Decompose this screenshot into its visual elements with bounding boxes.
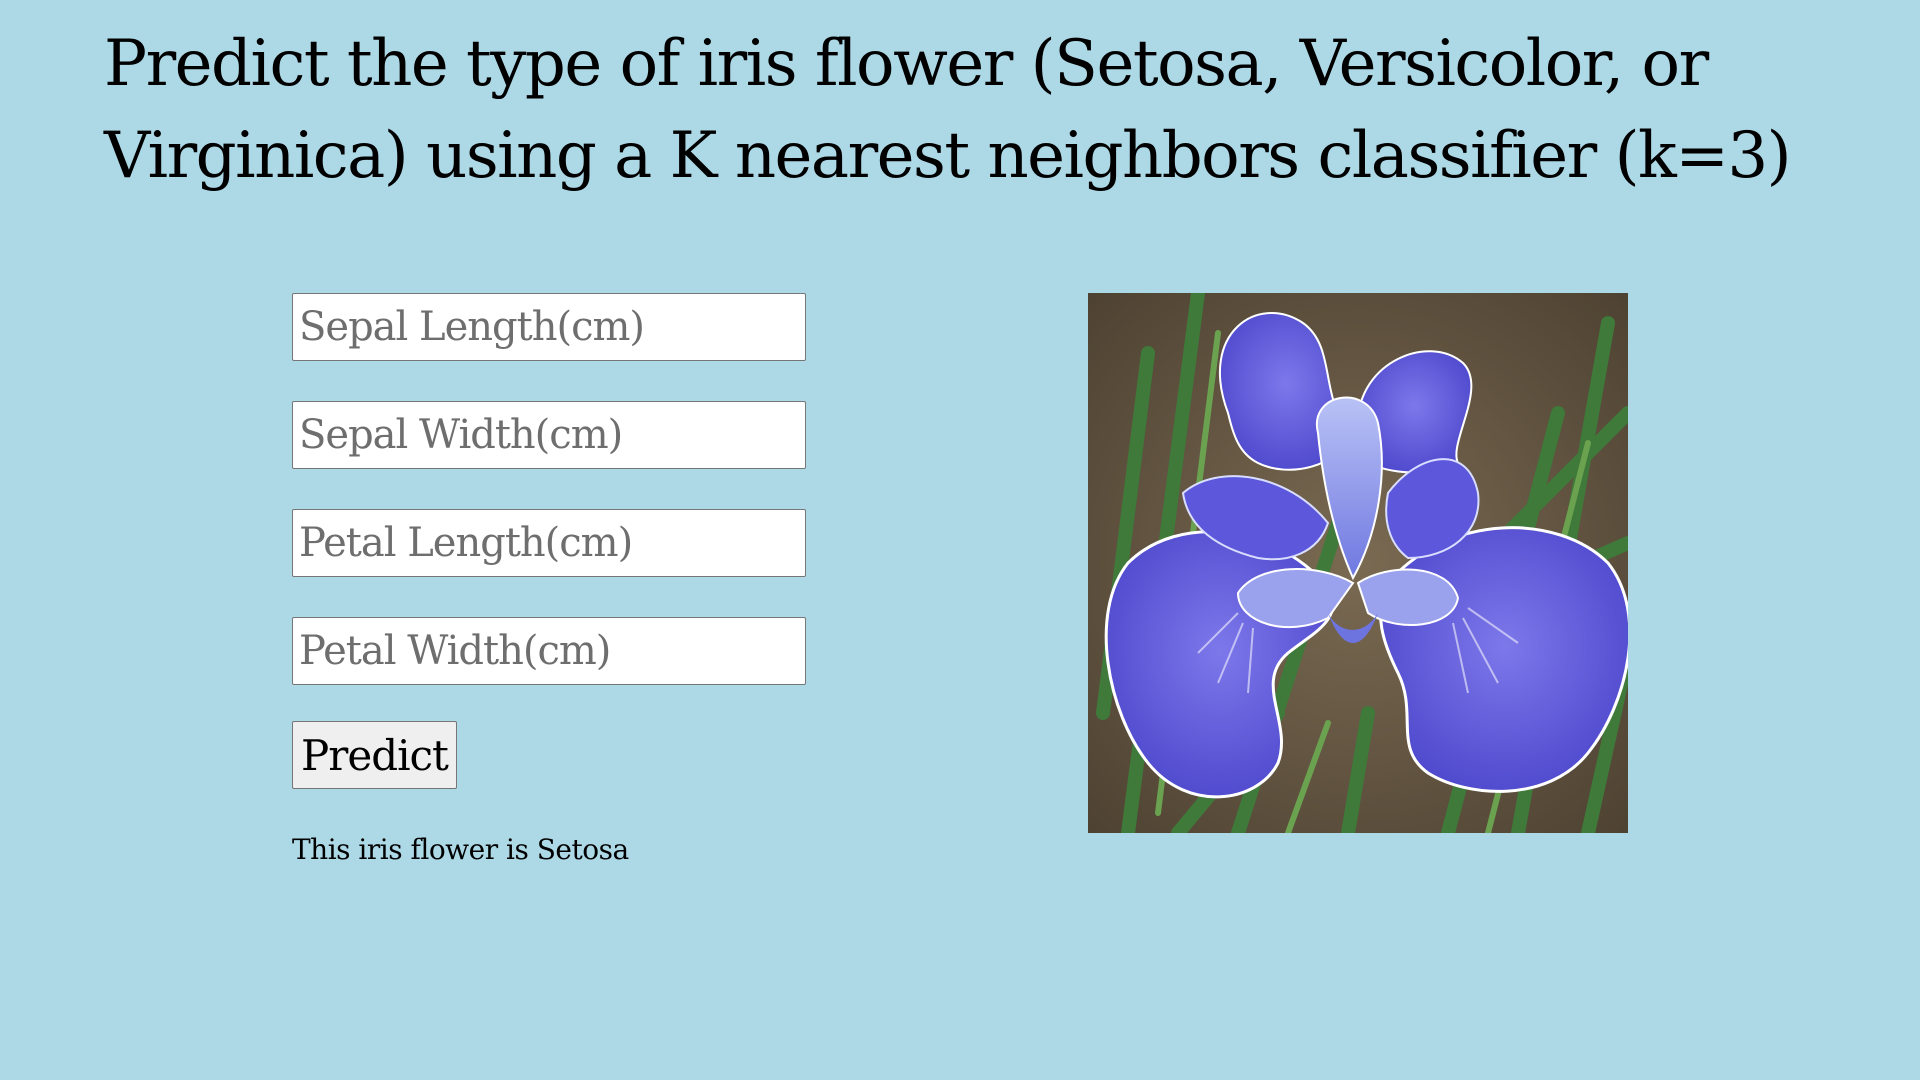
petal-length-input[interactable] (292, 509, 806, 577)
petal-width-input[interactable] (292, 617, 806, 685)
prediction-result: This iris flower is Setosa (292, 833, 629, 866)
page: Predict the type of iris flower (Setosa,… (0, 0, 1920, 1080)
iris-flower-image (1088, 293, 1628, 833)
sepal-length-input[interactable] (292, 293, 806, 361)
page-title: Predict the type of iris flower (Setosa,… (104, 27, 1792, 193)
sepal-width-input[interactable] (292, 401, 806, 469)
prediction-form: Predict This iris flower is Setosa (292, 293, 812, 866)
predict-button[interactable]: Predict (292, 721, 457, 789)
